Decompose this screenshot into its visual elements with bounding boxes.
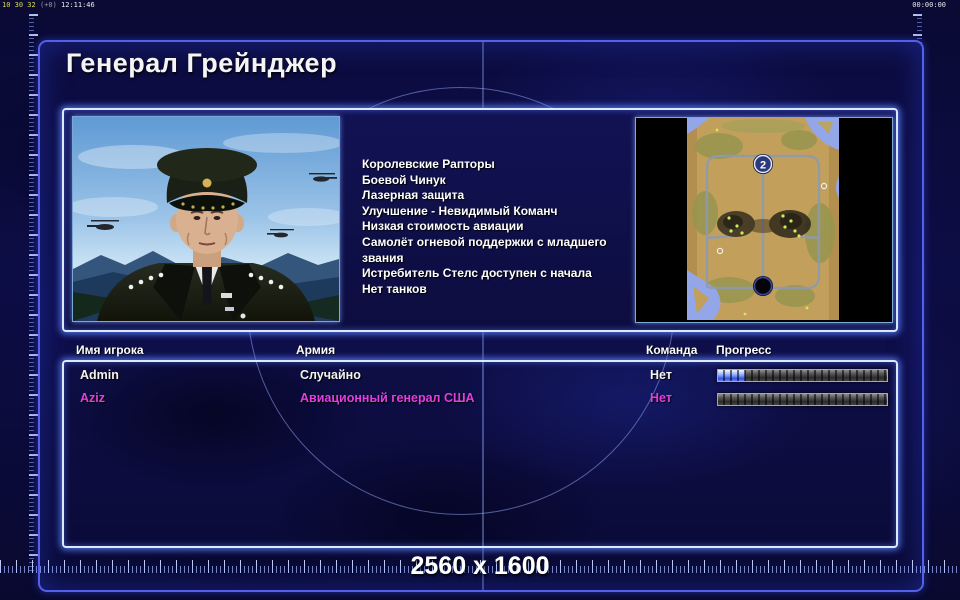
svg-text:2: 2: [760, 160, 766, 172]
feature-item: Самолёт огневой поддержки с младшего зва…: [362, 234, 607, 265]
player-team: Нет: [650, 368, 672, 382]
feature-item: Истребитель Стелс доступен с начала: [362, 266, 592, 281]
feature-item: Лазерная защита: [362, 188, 465, 203]
general-portrait-image: [68, 117, 348, 321]
feature-item: Королевские Рапторы: [362, 157, 495, 171]
player-list-panel: Admin Случайно Нет Aziz Авиационный гене…: [62, 360, 898, 548]
feature-item: Низкая стоимость авиации: [362, 219, 524, 234]
fps-delta: (+0): [39, 1, 57, 9]
player-row: Admin Случайно Нет: [64, 368, 892, 390]
cap-eagle-emblem: [202, 178, 212, 188]
start-position-marker-2: 2: [753, 154, 773, 174]
feature-item: Улучшение - Невидимый Команч: [362, 203, 558, 218]
player-row: Aziz Авиационный генерал США Нет: [64, 391, 892, 413]
column-header-player-name: Имя игрока: [76, 343, 144, 357]
fps-counter: 10 30 32: [2, 1, 36, 9]
status-bar-left: 10 30 32 (+0) 12:11:46: [2, 1, 95, 9]
player-name: Admin: [80, 368, 119, 382]
player-team: Нет: [650, 391, 672, 405]
column-header-progress: Прогресс: [716, 343, 772, 357]
player-progress-bar: [717, 369, 888, 382]
column-header-team: Команда: [646, 343, 698, 357]
progress-fill: [718, 370, 746, 381]
match-timer: 00:00:00: [912, 1, 946, 9]
map-preview-image: 2: [687, 118, 839, 320]
player-name: Aziz: [80, 391, 105, 405]
map-preview-panel: 2: [635, 117, 893, 323]
map-resolution-label: 2560 x 1600: [410, 552, 550, 580]
player-army: Авиационный генерал США: [300, 391, 475, 405]
column-header-army: Армия: [296, 343, 336, 357]
general-portrait: [68, 116, 348, 322]
player-army: Случайно: [300, 368, 361, 382]
player-progress-bar: [717, 393, 888, 406]
start-position-marker-empty: [753, 276, 773, 296]
page-title: Генерал Грейнджер: [66, 48, 338, 78]
session-time: 12:11:46: [61, 1, 95, 9]
left-ruler-decoration: [29, 14, 38, 574]
feature-item: Боевой Чинук: [362, 172, 446, 187]
general-features-list: Королевские Рапторы Боевой Чинук Лазерна…: [362, 157, 614, 297]
feature-item: Нет танков: [362, 281, 427, 296]
